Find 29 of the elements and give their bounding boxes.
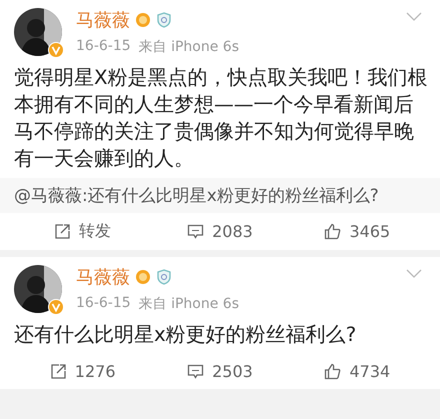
post-date: 16-6-15: [76, 38, 131, 56]
author-name[interactable]: 马薇薇: [76, 265, 130, 289]
verified-badge-icon: [48, 299, 64, 315]
repost-icon: [54, 223, 72, 240]
post-date: 16-6-15: [76, 295, 131, 313]
member-badge-icon: [135, 269, 151, 285]
repost-icon: [50, 363, 67, 380]
like-button[interactable]: 3465: [288, 221, 426, 242]
avatar[interactable]: [14, 8, 62, 56]
shield-badge-icon: [156, 269, 172, 285]
repost-button[interactable]: 1276: [14, 362, 152, 381]
repost-button[interactable]: 转发: [14, 221, 152, 242]
thumbs-up-icon: [324, 363, 342, 380]
post-text: 觉得明星X粉是黑点的，快点取关我吧！我们根本拥有不同的人生梦想——一个今早看新闻后马不停蹄的关注了贵偶像并不知为何觉得早晚有一天会赚到的人。: [14, 65, 428, 172]
verified-badge-icon: [48, 42, 64, 58]
comment-icon: [187, 363, 204, 380]
member-badge-icon: [135, 12, 151, 28]
comment-button[interactable]: 2083: [151, 221, 289, 242]
comment-button[interactable]: 2503: [151, 362, 289, 381]
avatar[interactable]: [14, 265, 62, 313]
author-name[interactable]: 马薇薇: [76, 8, 130, 32]
shield-badge-icon: [156, 12, 172, 28]
post-source: 来自 iPhone 6s: [138, 295, 239, 313]
like-button[interactable]: 4734: [288, 362, 426, 381]
comment-icon: [187, 223, 204, 240]
post-text: 还有什么比明星x粉更好的粉丝福利么?: [14, 322, 358, 348]
quoted-post[interactable]: @马薇薇:还有什么比明星x粉更好的粉丝福利么?: [0, 178, 440, 213]
post-source: 来自 iPhone 6s: [138, 38, 239, 56]
thumbs-up-icon: [324, 223, 342, 240]
